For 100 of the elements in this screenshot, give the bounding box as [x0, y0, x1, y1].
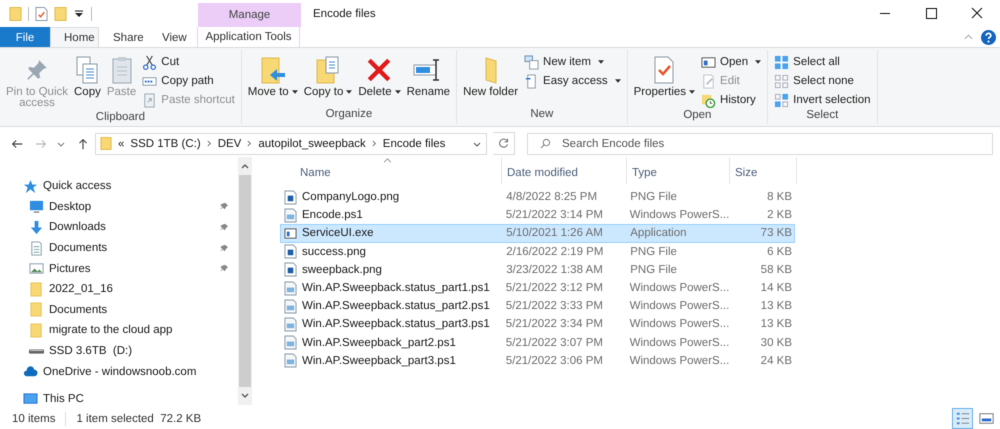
ribbon-button[interactable]: Easy access: [522, 72, 623, 90]
file-name: Win.AP.Sweepback.status_part1.ps1: [302, 282, 490, 294]
date-cell-text: 5/21/2022 3:34 PM: [504, 318, 604, 330]
file-row[interactable]: Encode.ps1 5/21/2022 3:14 PM Windows PowerS... 2 KB: [280, 206, 795, 224]
scissors-icon: [142, 54, 158, 70]
chevron-up-icon[interactable]: [964, 34, 973, 40]
file-row[interactable]: Win.AP.Sweepback_part3.ps1 5/21/2022 3:06 PM Windows PowerS... 24 KB: [280, 352, 795, 370]
ribbon-tab[interactable]: Share: [99, 27, 148, 47]
breadcrumb[interactable]: SSD 1TB (C:): [130, 138, 201, 150]
selection-info: 1 item selected 72.2 KB: [76, 412, 202, 424]
navigation-item[interactable]: Documents: [0, 238, 238, 258]
address-bar[interactable]: « SSD 1TB (C:) DEV autopilot_sweepback Encode files: [95, 132, 487, 154]
file-row[interactable]: ServiceUI.exe 5/10/2021 1:26 AM Application 73 KB: [280, 224, 795, 243]
copy-icon: [74, 55, 100, 85]
navigation-item[interactable]: Documents: [0, 300, 238, 320]
chevron-right-icon: [247, 140, 252, 147]
ribbon-tab[interactable]: View: [148, 27, 197, 47]
overflow-chevrons[interactable]: «: [118, 138, 124, 150]
ribbon-button[interactable]: Copy: [72, 53, 103, 111]
navigation-item[interactable]: Pictures: [0, 258, 238, 279]
size-cell-text: 13 KB: [760, 300, 793, 312]
search-field[interactable]: Search Encode files: [527, 132, 993, 154]
file-row[interactable]: Win.AP.Sweepback.status_part2.ps1 5/21/2022 3:33 PM Windows PowerS... 13 KB: [280, 297, 795, 316]
ribbon-button[interactable]: Cut: [140, 53, 237, 71]
checkmark-page-icon[interactable]: [35, 6, 48, 22]
size-cell-text: 73 KB: [760, 227, 793, 240]
file-row[interactable]: Win.AP.Sweepback.status_part3.ps1 5/21/2022 3:34 PM Windows PowerS... 13 KB: [280, 315, 795, 334]
column-header[interactable]: Date modified: [502, 157, 627, 184]
file-row[interactable]: sweepback.png 3/23/2022 1:38 AM PNG File 58 KB: [280, 260, 795, 279]
ribbon-button[interactable]: Properties: [632, 53, 698, 109]
script-file-icon: [284, 298, 297, 314]
date-cell-text: 3/23/2022 1:38 AM: [505, 264, 604, 276]
ribbon-button[interactable]: Move to: [246, 53, 300, 108]
image-file-icon: [284, 244, 297, 260]
size-cell-text: 14 KB: [760, 282, 793, 294]
navigation-item[interactable]: 2022_01_16: [0, 278, 238, 300]
search-icon: [540, 138, 551, 148]
details-view-icon[interactable]: [952, 408, 973, 429]
ribbon-button[interactable]: Open: [699, 53, 764, 71]
file-row[interactable]: Win.AP.Sweepback_part2.ps1 5/21/2022 3:07 PM Windows PowerS... 30 KB: [280, 334, 795, 352]
navigation-item[interactable]: migrate to the cloud app: [0, 320, 238, 341]
scroll-up-icon[interactable]: [241, 163, 249, 169]
file-row[interactable]: success.png 2/16/2022 2:19 PM PNG File 6 KB: [280, 242, 795, 261]
ribbon-tab[interactable]: Application Tools: [197, 27, 300, 47]
grid-icon: [774, 54, 790, 70]
navigation-item[interactable]: Quick access: [0, 176, 238, 197]
group-label: Select: [805, 109, 840, 123]
type-cell-text: Windows PowerS...: [628, 336, 728, 349]
down-arrow-icon: [29, 220, 44, 235]
ribbon-button[interactable]: Select all: [772, 53, 873, 71]
scroll-down-icon[interactable]: [241, 393, 249, 399]
ribbon-button[interactable]: New item: [522, 53, 623, 71]
date-cell-text: 5/21/2022 3:06 PM: [504, 354, 604, 367]
scrollbar[interactable]: [238, 157, 252, 405]
file-row[interactable]: Win.AP.Sweepback.status_part1.ps1 5/21/2022 3:12 PM Windows PowerS... 14 KB: [280, 278, 795, 298]
navigation-item[interactable]: This PC: [0, 388, 238, 410]
chevron-right-icon: [206, 140, 212, 147]
ribbon-button[interactable]: Rename: [404, 53, 452, 108]
type-cell-text: Windows PowerS...: [628, 318, 728, 330]
ribbon-button[interactable]: Copy to: [302, 53, 354, 108]
date-cell-text: 5/21/2022 3:07 PM: [504, 336, 604, 349]
navigation-item[interactable]: OneDrive - windowsnoob.com: [0, 361, 238, 382]
star-icon: [23, 178, 38, 194]
drive-icon: [29, 348, 44, 354]
ribbon-button[interactable]: New folder: [461, 53, 520, 108]
ribbon-button[interactable]: Select none: [772, 72, 873, 90]
size-cell-text: 6 KB: [766, 246, 793, 258]
ribbon-tab[interactable]: Home: [50, 27, 99, 47]
refresh-icon[interactable]: [493, 132, 515, 155]
script-file-icon: [284, 353, 297, 368]
folder-icon: [100, 136, 112, 151]
type-cell-text: Windows PowerS...: [628, 354, 728, 367]
ribbon-button[interactable]: Invert selection: [772, 91, 873, 109]
navigation-item[interactable]: Desktop: [0, 196, 238, 218]
ribbon-button[interactable]: Delete: [356, 53, 403, 108]
date-cell-text: 5/10/2021 1:26 AM: [505, 227, 604, 240]
navigation-item[interactable]: Downloads: [0, 217, 238, 238]
column-header[interactable]: Size: [730, 157, 797, 184]
breadcrumb[interactable]: DEV: [218, 138, 242, 150]
customize-caret-icon[interactable]: [73, 10, 85, 18]
group-label: Open: [682, 109, 712, 123]
type-cell-text: Windows PowerS...: [628, 209, 728, 222]
date-cell-text: 5/21/2022 3:12 PM: [504, 282, 604, 294]
script-file-icon: [284, 208, 297, 223]
breadcrumb[interactable]: Encode files: [382, 138, 446, 150]
type-cell-text: PNG File: [629, 264, 678, 276]
column-header[interactable]: Name: [280, 157, 502, 184]
ribbon-button[interactable]: Copy path: [140, 72, 237, 90]
file-menu-tab[interactable]: File: [0, 27, 50, 47]
navigation-item[interactable]: SSD 3.6TB (D:): [0, 340, 238, 362]
file-name: success.png: [302, 246, 366, 258]
folder-icon: [484, 57, 497, 84]
ribbon-button[interactable]: History: [699, 91, 764, 109]
breadcrumb[interactable]: autopilot_sweepback: [258, 138, 366, 150]
help-icon[interactable]: [981, 30, 996, 44]
column-header[interactable]: Type: [627, 157, 730, 184]
up-arrow-icon[interactable]: [76, 136, 90, 150]
monitor-icon: [29, 199, 44, 214]
file-name: Win.AP.Sweepback_part3.ps1: [302, 354, 456, 367]
file-row[interactable]: CompanyLogo.png 4/8/2022 8:25 PM PNG File 8 KB: [280, 188, 795, 206]
